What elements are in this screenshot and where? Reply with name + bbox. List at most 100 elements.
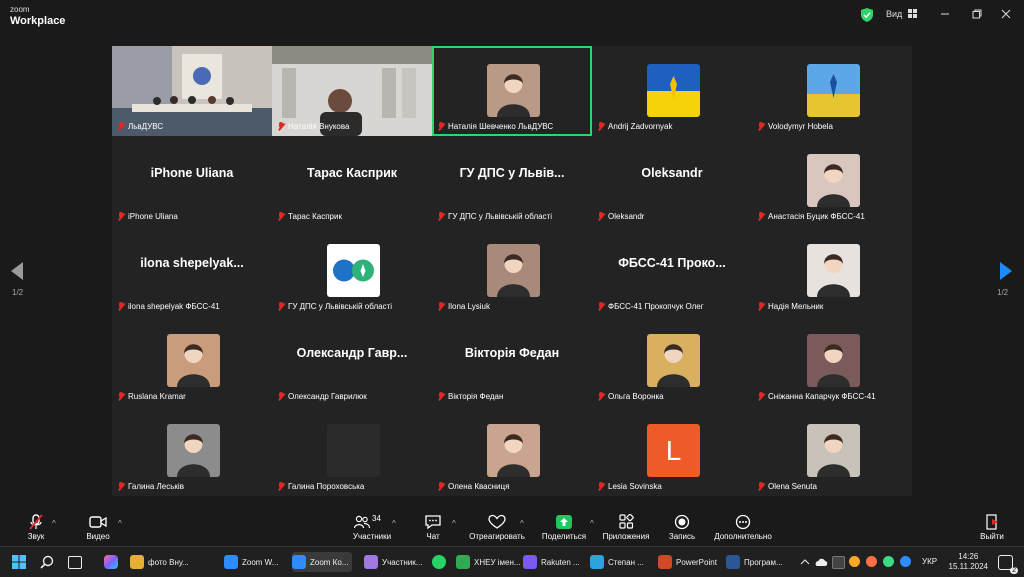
apps-button[interactable]: Приложения bbox=[600, 514, 652, 541]
react-options-caret[interactable]: ^ bbox=[520, 519, 524, 528]
participant-tile[interactable]: ГУ ДПС у Львів... ГУ ДПС у Львівській обл… bbox=[432, 136, 592, 226]
participant-name-label: Сніжанна Капарчук ФБСС-41 bbox=[752, 390, 876, 402]
participant-tile[interactable]: Volodymyr Hobela bbox=[752, 46, 912, 136]
participant-tile[interactable]: ЛьвДУВС bbox=[112, 46, 272, 136]
react-button[interactable]: Отреагировать bbox=[467, 514, 527, 541]
taskbar-app-button[interactable]: Степан ... bbox=[590, 552, 644, 572]
tray-app-icon-5[interactable] bbox=[900, 556, 911, 567]
participant-tile[interactable]: Ruslana Kramar bbox=[112, 316, 272, 406]
tray-app-icon-4[interactable] bbox=[883, 556, 894, 567]
participant-tile[interactable]: Вікторія Федан Вікторія Федан bbox=[432, 316, 592, 406]
audio-button[interactable]: Звук bbox=[24, 514, 48, 541]
tray-app-icon-1[interactable] bbox=[832, 556, 845, 569]
participant-tile[interactable]: ГУ ДПС у Львівській області bbox=[272, 226, 432, 316]
taskbar-app-button[interactable]: фото Вну... bbox=[130, 552, 189, 572]
language-indicator[interactable]: УКР bbox=[922, 557, 937, 566]
participant-tile[interactable]: L Lesia Sovinska bbox=[592, 406, 752, 496]
windows-start-icon[interactable] bbox=[12, 555, 26, 569]
participants-options-caret[interactable]: ^ bbox=[392, 519, 396, 528]
more-label: Дополнительно bbox=[714, 532, 772, 541]
tray-app-icon-2[interactable] bbox=[849, 556, 860, 567]
share-button[interactable]: Поделиться bbox=[541, 514, 587, 541]
notification-bell-icon[interactable]: 2 bbox=[998, 555, 1018, 574]
system-clock[interactable]: 14:26 15.11.2024 bbox=[949, 552, 988, 572]
leave-label: Выйти bbox=[980, 532, 1004, 541]
close-button[interactable] bbox=[996, 6, 1016, 24]
tray-app-icon-3[interactable] bbox=[866, 556, 877, 567]
app-icon bbox=[590, 555, 604, 569]
participant-tile[interactable]: ФБСС-41 Проко... ФБСС-41 Прокопчук Олег bbox=[592, 226, 752, 316]
participant-name: Volodymyr Hobela bbox=[768, 121, 833, 131]
participant-name: ГУ ДПС у Львівській області bbox=[448, 211, 552, 221]
participant-tile[interactable]: Наталія Шевченко ЛьвДУВС bbox=[432, 46, 592, 136]
participant-tile[interactable]: Наталія Внукова bbox=[272, 46, 432, 136]
participant-tile[interactable]: Сніжанна Капарчук ФБСС-41 bbox=[752, 316, 912, 406]
muted-mic-icon bbox=[597, 481, 605, 491]
prev-page-arrow-icon[interactable] bbox=[11, 262, 25, 280]
minimize-button[interactable] bbox=[935, 6, 955, 24]
taskbar-app-button[interactable]: Zoom W... bbox=[224, 552, 278, 572]
more-button[interactable]: Дополнительно bbox=[711, 514, 775, 541]
participant-tile[interactable]: Олександр Гавр... Олександр Гаврилюк bbox=[272, 316, 432, 406]
search-icon[interactable] bbox=[40, 555, 54, 569]
cloud-icon[interactable] bbox=[814, 557, 828, 567]
taskbar-app-label: фото Вну... bbox=[148, 557, 189, 567]
audio-label: Звук bbox=[27, 532, 45, 541]
taskbar-app-button[interactable]: ХНЕУ імен... bbox=[456, 552, 521, 572]
copilot-icon[interactable] bbox=[104, 555, 118, 569]
muted-mic-icon bbox=[597, 301, 605, 311]
heart-icon bbox=[488, 514, 506, 529]
blank-avatar bbox=[327, 424, 380, 477]
participant-tile[interactable]: Галина Пороховська bbox=[272, 406, 432, 496]
taskbar-app-button[interactable]: Програм... bbox=[726, 552, 783, 572]
participant-name-label: Олена Квасниця bbox=[432, 480, 509, 492]
chat-button[interactable]: Чат bbox=[422, 514, 444, 541]
taskbar-app-button[interactable]: PowerPoint bbox=[658, 552, 717, 572]
participant-tile[interactable]: iPhone Uliana iPhone Uliana bbox=[112, 136, 272, 226]
video-options-caret[interactable]: ^ bbox=[118, 519, 122, 528]
app-icon bbox=[292, 555, 306, 569]
participant-display-name: ГУ ДПС у Львів... bbox=[459, 166, 565, 180]
participant-tile[interactable]: Тарас Касприк Тарас Касприк bbox=[272, 136, 432, 226]
participant-tile[interactable]: ilona shepelyak... ilona shepelyak ФБСС-4… bbox=[112, 226, 272, 316]
taskbar-app-button[interactable]: Участник... bbox=[364, 552, 422, 572]
audio-options-caret[interactable]: ^ bbox=[52, 519, 56, 528]
next-page-arrow-icon[interactable] bbox=[998, 262, 1012, 280]
whatsapp-icon[interactable] bbox=[432, 555, 446, 569]
maximize-button[interactable] bbox=[967, 6, 987, 24]
participant-tile[interactable]: Галина Леськів bbox=[112, 406, 272, 496]
chat-bubble-icon bbox=[425, 515, 441, 530]
task-view-icon[interactable] bbox=[68, 556, 82, 569]
muted-mic-icon bbox=[437, 211, 445, 221]
participants-count: 34 bbox=[372, 514, 381, 523]
participant-tile[interactable]: Andrij Zadvornyak bbox=[592, 46, 752, 136]
muted-mic-icon bbox=[757, 121, 765, 131]
taskbar-app-button[interactable]: Zoom Ко... bbox=[292, 552, 353, 572]
record-button[interactable]: Запись bbox=[664, 514, 700, 541]
participant-tile[interactable]: Olena Senuta bbox=[752, 406, 912, 496]
app-icon bbox=[364, 555, 378, 569]
participant-name: Наталія Внукова bbox=[288, 121, 350, 131]
participant-name: ilona shepelyak ФБСС-41 bbox=[128, 301, 220, 311]
leave-button[interactable]: Выйти bbox=[978, 514, 1006, 541]
participant-name-label: iPhone Uliana bbox=[112, 210, 178, 222]
participant-tile[interactable]: Надія Мельник bbox=[752, 226, 912, 316]
view-button[interactable]: Вид bbox=[886, 9, 917, 19]
share-options-caret[interactable]: ^ bbox=[590, 519, 594, 528]
taskbar-app-button[interactable]: Rakuten ... bbox=[523, 552, 580, 572]
participant-tile[interactable]: Oleksandr Oleksandr bbox=[592, 136, 752, 226]
video-button[interactable]: Видео bbox=[84, 514, 112, 541]
tax-service-logo bbox=[327, 244, 380, 297]
page-indicator-right: 1/2 bbox=[997, 288, 1009, 297]
view-label: Вид bbox=[886, 9, 903, 19]
participant-tile[interactable]: Олена Квасниця bbox=[432, 406, 592, 496]
participant-tile[interactable]: Ольга Воронка bbox=[592, 316, 752, 406]
participant-tile[interactable]: Анастасія Буцик ФБСС-41 bbox=[752, 136, 912, 226]
chat-options-caret[interactable]: ^ bbox=[452, 519, 456, 528]
participants-button[interactable]: 34 Участники bbox=[352, 514, 392, 541]
shield-check-icon[interactable] bbox=[861, 8, 873, 22]
tray-chevron-icon[interactable] bbox=[800, 557, 810, 567]
participant-tile[interactable]: Ilona Lysiuk bbox=[432, 226, 592, 316]
participant-name: Тарас Касприк bbox=[288, 211, 342, 221]
taskbar-app-label: Zoom Ко... bbox=[310, 557, 349, 567]
